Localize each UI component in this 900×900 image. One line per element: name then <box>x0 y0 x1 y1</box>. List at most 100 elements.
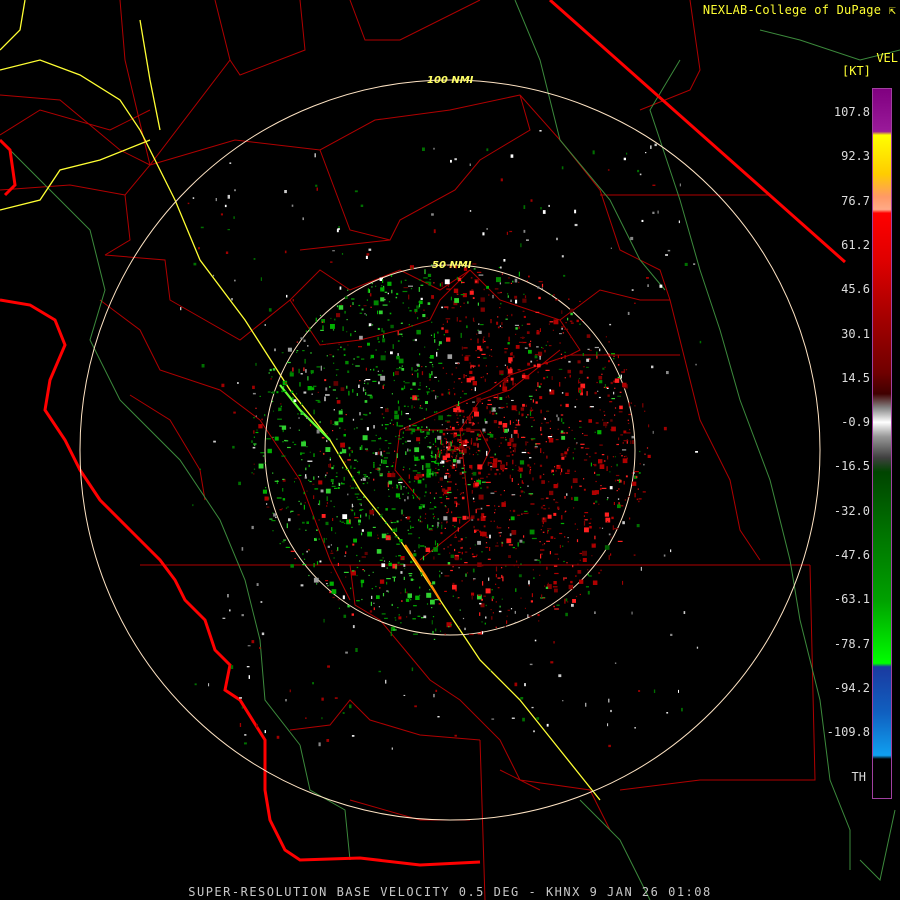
velocity-return <box>569 308 574 313</box>
velocity-return <box>433 497 436 500</box>
velocity-return <box>637 488 639 490</box>
velocity-return <box>607 723 609 727</box>
velocity-return <box>303 391 307 394</box>
velocity-return <box>437 518 439 520</box>
velocity-return <box>420 504 426 506</box>
velocity-return <box>472 407 478 412</box>
velocity-return <box>192 197 195 199</box>
velocity-return <box>244 742 247 745</box>
velocity-return <box>276 497 282 499</box>
colorbar-tick-label: 14.5 <box>841 370 870 385</box>
velocity-return <box>477 338 479 344</box>
velocity-return <box>524 683 526 687</box>
velocity-return <box>371 595 373 599</box>
velocity-return <box>461 450 463 454</box>
velocity-return <box>440 449 442 451</box>
velocity-return <box>572 452 574 454</box>
velocity-return <box>417 317 419 320</box>
velocity-return <box>392 465 394 468</box>
velocity-return <box>449 544 452 546</box>
velocity-return <box>292 367 294 372</box>
velocity-return <box>194 683 197 686</box>
velocity-return <box>596 355 598 359</box>
velocity-return <box>478 274 484 276</box>
velocity-return <box>536 717 540 720</box>
velocity-return <box>198 247 200 250</box>
velocity-return <box>652 184 656 186</box>
velocity-return <box>499 397 503 400</box>
velocity-return <box>400 322 402 324</box>
velocity-return <box>260 277 262 281</box>
velocity-return <box>588 575 592 577</box>
velocity-return <box>517 369 521 371</box>
velocity-return <box>560 353 563 355</box>
velocity-return <box>419 520 421 522</box>
velocity-return <box>377 374 382 376</box>
velocity-return <box>401 368 405 371</box>
velocity-return <box>542 347 544 349</box>
velocity-return <box>255 415 257 417</box>
velocity-return <box>313 495 315 499</box>
velocity-return <box>488 294 490 296</box>
velocity-return <box>518 281 520 283</box>
velocity-return <box>222 617 226 619</box>
velocity-return <box>451 455 453 457</box>
velocity-return <box>605 336 607 338</box>
velocity-return <box>474 531 476 533</box>
velocity-return <box>292 396 294 402</box>
velocity-return <box>429 361 433 363</box>
velocity-return <box>509 420 511 425</box>
velocity-return <box>336 313 341 318</box>
velocity-return <box>499 325 501 327</box>
velocity-return <box>451 465 455 469</box>
velocity-return <box>607 422 609 424</box>
velocity-return <box>369 472 372 474</box>
velocity-return <box>332 518 334 521</box>
velocity-return <box>592 543 594 545</box>
velocity-return <box>460 332 462 338</box>
velocity-return <box>474 387 476 392</box>
velocity-return <box>459 445 461 450</box>
velocity-return <box>306 550 308 553</box>
velocity-return <box>619 405 623 410</box>
velocity-return <box>381 513 383 516</box>
velocity-return <box>486 406 488 410</box>
velocity-return <box>503 259 506 262</box>
velocity-return <box>654 143 657 147</box>
velocity-return <box>568 447 570 449</box>
external-link-icon[interactable]: ⇱ <box>889 3 896 17</box>
velocity-return <box>639 463 641 465</box>
velocity-return <box>523 293 525 295</box>
velocity-return <box>428 388 430 390</box>
velocity-return <box>447 285 450 287</box>
velocity-return <box>491 596 495 599</box>
velocity-return <box>365 255 368 259</box>
velocity-return <box>352 302 354 305</box>
velocity-return <box>432 430 434 433</box>
velocity-return <box>405 598 410 602</box>
velocity-return <box>652 211 655 214</box>
velocity-return <box>495 601 497 603</box>
velocity-return <box>539 475 542 479</box>
velocity-return <box>229 162 232 164</box>
velocity-return <box>433 517 435 519</box>
velocity-return <box>562 332 564 334</box>
velocity-return <box>302 553 304 556</box>
velocity-return <box>463 415 465 418</box>
velocity-return <box>337 562 339 566</box>
velocity-return <box>438 481 440 483</box>
velocity-return <box>319 450 321 452</box>
velocity-return <box>601 527 604 529</box>
velocity-return <box>561 435 566 440</box>
velocity-return <box>469 547 471 549</box>
velocity-return <box>358 523 361 526</box>
velocity-return <box>528 580 530 585</box>
velocity-return <box>330 571 332 574</box>
velocity-return <box>627 311 630 315</box>
velocity-return <box>515 345 520 349</box>
velocity-return <box>545 441 547 443</box>
velocity-return <box>469 453 471 455</box>
velocity-return <box>494 509 496 511</box>
velocity-return <box>403 380 405 383</box>
velocity-return <box>260 452 265 454</box>
